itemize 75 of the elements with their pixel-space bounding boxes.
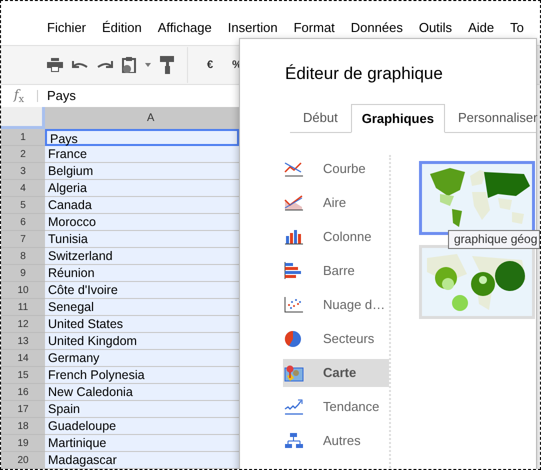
paint-roller-icon[interactable] — [160, 56, 174, 74]
chart-type-item[interactable]: Colonne — [283, 223, 389, 251]
row-number[interactable]: 20 — [1, 452, 45, 469]
chart-type-item[interactable]: Aire — [283, 189, 389, 217]
table-cell[interactable]: United Kingdom — [45, 333, 239, 350]
table-cell[interactable]: Switzerland — [45, 248, 239, 265]
menu-item[interactable]: Édition — [102, 18, 142, 45]
row-number[interactable]: 7 — [1, 231, 45, 248]
chart-type-item[interactable]: Barre — [283, 257, 389, 285]
row-number[interactable]: 10 — [1, 282, 45, 299]
caret-icon[interactable] — [145, 63, 151, 67]
table-cell[interactable]: New Caledonia — [45, 384, 239, 401]
menu-item[interactable]: Fichier — [47, 18, 86, 45]
trend-line-icon — [284, 398, 304, 416]
table-cell[interactable]: Canada — [45, 197, 239, 214]
row-number[interactable]: 15 — [1, 367, 45, 384]
formula-label: f$_{x}$ — [12, 87, 26, 106]
tooltip: graphique géog — [448, 230, 540, 249]
table-cell[interactable]: United States — [45, 316, 239, 333]
row-number[interactable]: 19 — [1, 435, 45, 452]
column-chart-icon — [284, 228, 304, 246]
table-cell[interactable]: French Polynesia — [45, 367, 239, 384]
table-cell[interactable]: Spain — [45, 401, 239, 418]
row-number[interactable]: 2 — [1, 146, 45, 163]
row-number[interactable]: 11 — [1, 299, 45, 316]
chart-type-item[interactable]: Secteurs — [283, 325, 389, 353]
tab[interactable]: Personnaliser — [444, 103, 540, 132]
map-pin-icon — [284, 364, 304, 382]
scatter-chart-icon — [284, 296, 304, 314]
tab[interactable]: Début — [290, 103, 351, 132]
print-icon[interactable] — [47, 58, 63, 72]
table-cell[interactable]: Pays — [45, 129, 239, 146]
currency-button[interactable]: € — [207, 56, 214, 74]
row-number[interactable]: 4 — [1, 180, 45, 197]
chart-type-item[interactable]: Nuage d… — [283, 291, 389, 319]
table-cell[interactable]: Senegal — [45, 299, 239, 316]
row-number[interactable]: 17 — [1, 401, 45, 418]
dialog-title: Éditeur de graphique — [285, 63, 443, 85]
table-cell[interactable]: Belgium — [45, 163, 239, 180]
table-cell[interactable]: Tunisia — [45, 231, 239, 248]
row-number[interactable]: 18 — [1, 418, 45, 435]
row-number[interactable]: 12 — [1, 316, 45, 333]
clipboard-icon[interactable] — [122, 57, 136, 73]
table-cell[interactable]: Germany — [45, 350, 239, 367]
row-number[interactable]: 3 — [1, 163, 45, 180]
undo-icon[interactable] — [72, 60, 88, 70]
table-cell[interactable]: Madagascar — [45, 452, 239, 469]
bar-chart-icon — [284, 262, 304, 280]
redo-icon[interactable] — [97, 60, 113, 70]
table-cell[interactable]: Côte d'Ivoire — [45, 282, 239, 299]
chart-type-item[interactable]: Courbe — [283, 155, 389, 183]
row-number[interactable]: 8 — [1, 248, 45, 265]
table-cell[interactable]: Réunion — [45, 265, 239, 282]
menu-item[interactable]: Affichage — [158, 18, 212, 45]
row-number[interactable]: 1 — [1, 129, 45, 146]
table-cell[interactable]: Martinique — [45, 435, 239, 452]
row-number[interactable]: 16 — [1, 384, 45, 401]
chart-type-item[interactable]: Autres — [283, 427, 389, 455]
pie-chart-icon — [284, 330, 304, 348]
row-number[interactable]: 14 — [1, 350, 45, 367]
row-number[interactable]: 13 — [1, 333, 45, 350]
table-cell[interactable]: Algeria — [45, 180, 239, 197]
row-number[interactable]: 9 — [1, 265, 45, 282]
tab[interactable]: Graphiques — [350, 104, 445, 133]
line-chart-icon — [284, 160, 304, 178]
area-chart-icon — [284, 194, 304, 212]
chart-type-item[interactable]: Tendance — [283, 393, 389, 421]
table-cell[interactable]: Morocco — [45, 214, 239, 231]
row-number[interactable]: 5 — [1, 197, 45, 214]
table-cell[interactable]: Guadeloupe — [45, 418, 239, 435]
org-chart-icon — [284, 432, 304, 450]
row-number[interactable]: 6 — [1, 214, 45, 231]
table-cell[interactable]: France — [45, 146, 239, 163]
formula-input[interactable]: Pays — [47, 86, 76, 106]
chart-type-item[interactable]: Carte — [283, 359, 389, 387]
